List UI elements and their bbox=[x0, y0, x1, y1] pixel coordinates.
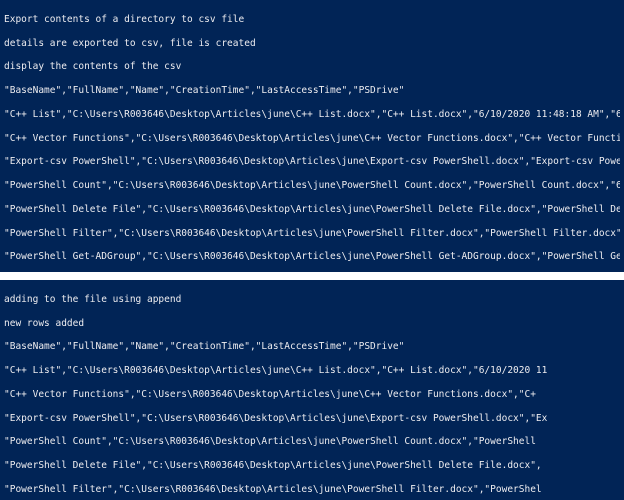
output-line: "PowerShell Delete File","C:\Users\R0036… bbox=[4, 460, 620, 472]
powershell-terminal-top[interactable]: Export contents of a directory to csv fi… bbox=[0, 0, 624, 272]
output-line: "Export-csv PowerShell","C:\Users\R00364… bbox=[4, 156, 620, 168]
output-line: "PowerShell Get-ADGroup","C:\Users\R0036… bbox=[4, 251, 620, 263]
output-line: "BaseName","FullName","Name","CreationTi… bbox=[4, 341, 620, 353]
output-line: "PowerShell Delete File","C:\Users\R0036… bbox=[4, 204, 620, 216]
output-line: "Export-csv PowerShell","C:\Users\R00364… bbox=[4, 413, 620, 425]
output-line: "PowerShell Filter","C:\Users\R003646\De… bbox=[4, 484, 620, 496]
output-line: "C++ List","C:\Users\R003646\Desktop\Art… bbox=[4, 109, 620, 121]
output-line: "PowerShell Filter","C:\Users\R003646\De… bbox=[4, 228, 620, 240]
powershell-terminal-bottom[interactable]: adding to the file using append new rows… bbox=[0, 280, 624, 500]
output-line: "PowerShell Count","C:\Users\R003646\Des… bbox=[4, 180, 620, 192]
output-line: Export contents of a directory to csv fi… bbox=[4, 14, 620, 26]
output-line: details are exported to csv, file is cre… bbox=[4, 38, 620, 50]
output-line: "C++ Vector Functions","C:\Users\R003646… bbox=[4, 389, 620, 401]
output-line: display the contents of the csv bbox=[4, 61, 620, 73]
output-line: new rows added bbox=[4, 318, 620, 330]
output-line: "PowerShell Count","C:\Users\R003646\Des… bbox=[4, 436, 620, 448]
output-line: "C++ List","C:\Users\R003646\Desktop\Art… bbox=[4, 365, 620, 377]
output-line: "BaseName","FullName","Name","CreationTi… bbox=[4, 85, 620, 97]
output-line: "C++ Vector Functions","C:\Users\R003646… bbox=[4, 133, 620, 145]
output-line: adding to the file using append bbox=[4, 294, 620, 306]
